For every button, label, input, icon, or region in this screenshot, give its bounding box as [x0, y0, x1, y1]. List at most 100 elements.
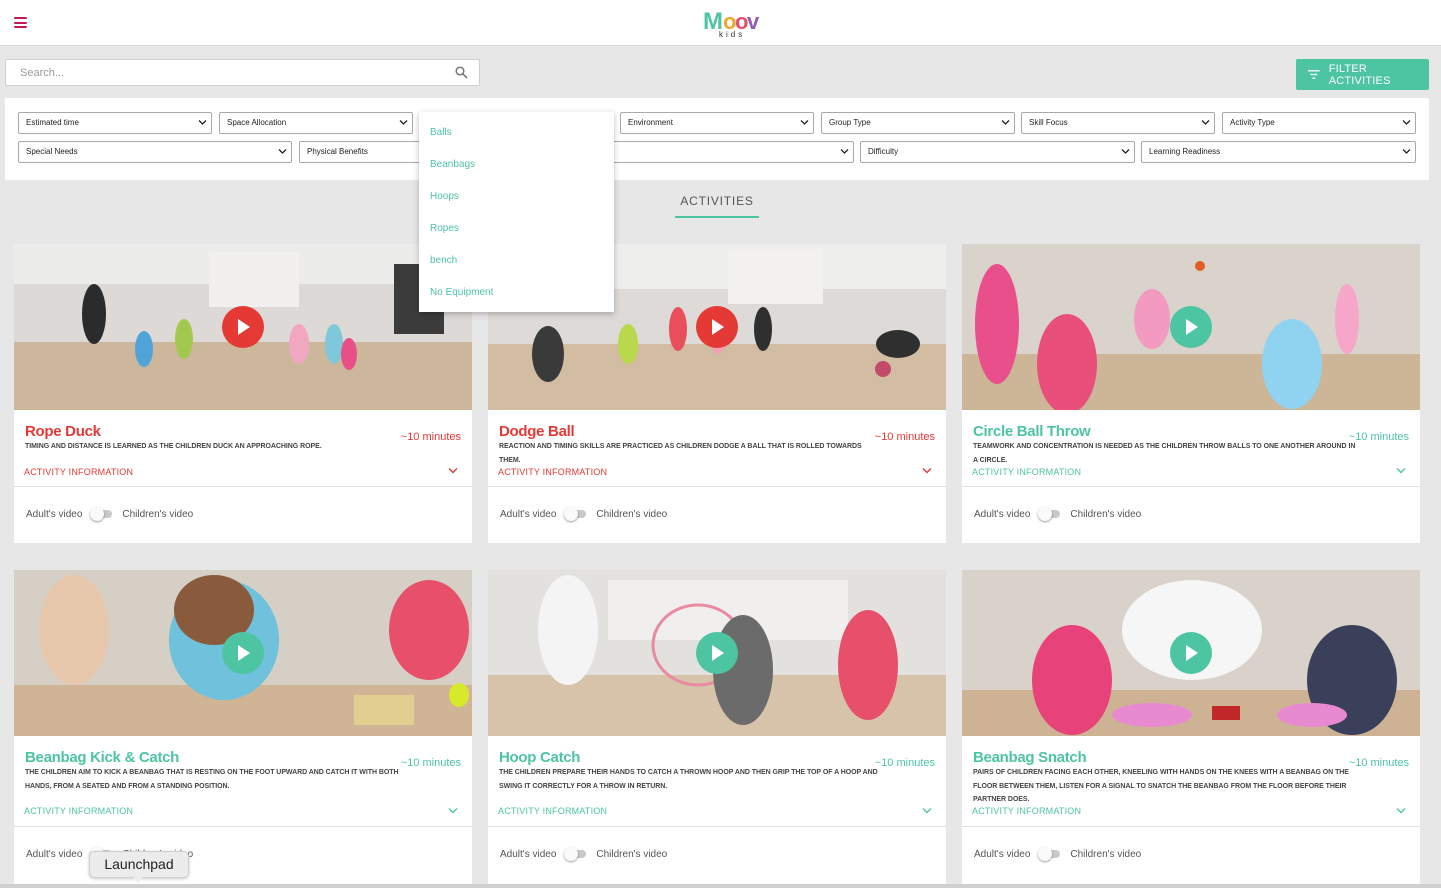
- activity-information-link[interactable]: ACTIVITY INFORMATION: [498, 806, 607, 816]
- card-description: The children prepare their hands to catc…: [499, 769, 878, 790]
- search-box: [5, 59, 480, 86]
- chevron-down-icon[interactable]: [448, 467, 458, 474]
- chevron-down-icon[interactable]: [1396, 807, 1406, 814]
- play-button[interactable]: [696, 306, 738, 348]
- card-description: The children aim to kick a beanbag that …: [25, 769, 399, 790]
- chevron-down-icon: [800, 120, 809, 125]
- card-title: Beanbag Kick & Catch: [25, 749, 180, 766]
- top-header: M o o v kids: [0, 0, 1441, 46]
- video-toggle-switch[interactable]: [90, 507, 113, 521]
- play-button[interactable]: [1170, 632, 1212, 674]
- video-toggle-switch[interactable]: [564, 847, 587, 861]
- select-label: Skill Focus: [1029, 118, 1068, 127]
- divider: [488, 486, 946, 487]
- dock-edge: [0, 884, 1441, 888]
- filter-icon: [1308, 70, 1320, 79]
- activity-card: Circle Ball Throw ~10 minutes Teamwork a…: [962, 244, 1420, 543]
- group-type-select[interactable]: Group Type: [821, 112, 1015, 134]
- dropdown-option-bench[interactable]: bench: [419, 240, 614, 272]
- card-title: Hoop Catch: [499, 749, 581, 766]
- activity-information-link[interactable]: ACTIVITY INFORMATION: [498, 467, 607, 477]
- children-video-label: Children's video: [596, 848, 668, 860]
- activity-information-link[interactable]: ACTIVITY INFORMATION: [24, 806, 133, 816]
- activity-thumbnail[interactable]: [962, 244, 1420, 410]
- special-needs-select[interactable]: Special Needs: [18, 141, 292, 163]
- hidden-select[interactable]: [580, 141, 854, 163]
- video-toggle-row: Adult's video Children's video: [26, 507, 194, 521]
- chevron-down-icon: [1121, 149, 1130, 154]
- select-label: Learning Readiness: [1149, 147, 1221, 156]
- difficulty-select[interactable]: Difficulty: [860, 141, 1135, 163]
- equipment-dropdown-menu: Balls Beanbags Hoops Ropes bench No Equi…: [419, 112, 614, 312]
- select-label: Group Type: [829, 118, 871, 127]
- chevron-down-icon[interactable]: [922, 467, 932, 474]
- section-underline: [675, 216, 759, 218]
- dropdown-option-no-equipment[interactable]: No Equipment: [419, 272, 614, 304]
- activity-thumbnail[interactable]: [488, 570, 946, 736]
- card-description: Teamwork and concentration is needed as …: [973, 443, 1356, 464]
- search-icon[interactable]: [455, 66, 468, 79]
- dropdown-option-beanbags[interactable]: Beanbags: [419, 144, 614, 176]
- space-allocation-select[interactable]: Space Allocation: [219, 112, 413, 134]
- children-video-label: Children's video: [122, 508, 194, 520]
- learning-readiness-select[interactable]: Learning Readiness: [1141, 141, 1416, 163]
- activity-thumbnail[interactable]: [962, 570, 1420, 736]
- activity-information-link[interactable]: ACTIVITY INFORMATION: [972, 467, 1081, 477]
- select-label: Space Allocation: [227, 118, 287, 127]
- chevron-down-icon[interactable]: [1396, 467, 1406, 474]
- play-icon: [238, 319, 250, 335]
- dropdown-option-balls[interactable]: Balls: [419, 112, 614, 144]
- environment-select[interactable]: Environment: [620, 112, 814, 134]
- activity-information-link[interactable]: ACTIVITY INFORMATION: [24, 467, 133, 477]
- card-title: Rope Duck: [25, 423, 101, 440]
- chevron-down-icon: [399, 120, 408, 125]
- filters-panel: [5, 98, 1429, 180]
- dropdown-option-ropes[interactable]: Ropes: [419, 208, 614, 240]
- divider: [14, 486, 472, 487]
- play-button[interactable]: [222, 632, 264, 674]
- skill-focus-select[interactable]: Skill Focus: [1021, 112, 1215, 134]
- children-video-label: Children's video: [1070, 508, 1142, 520]
- adult-video-label: Adult's video: [500, 508, 557, 520]
- card-title: Dodge Ball: [499, 423, 575, 440]
- estimated-time-select[interactable]: Estimated time: [18, 112, 212, 134]
- moov-kids-logo[interactable]: M o o v kids: [702, 6, 764, 38]
- select-label: Estimated time: [26, 118, 79, 127]
- play-button[interactable]: [696, 632, 738, 674]
- play-button[interactable]: [222, 306, 264, 348]
- chevron-down-icon: [1402, 149, 1411, 154]
- adult-video-label: Adult's video: [500, 848, 557, 860]
- divider: [962, 486, 1420, 487]
- search-input[interactable]: [6, 60, 446, 85]
- activity-card: Hoop Catch ~10 minutes The children prep…: [488, 570, 946, 888]
- chevron-down-icon[interactable]: [448, 807, 458, 814]
- card-description: Timing and distance is learned as the ch…: [25, 443, 322, 450]
- play-button[interactable]: [1170, 306, 1212, 348]
- hamburger-menu-icon[interactable]: [14, 17, 27, 28]
- play-icon: [238, 645, 250, 661]
- svg-text:kids: kids: [719, 30, 745, 38]
- video-toggle-switch[interactable]: [1038, 507, 1061, 521]
- activity-thumbnail[interactable]: [14, 570, 472, 736]
- video-toggle-row: Adult's video Children's video: [500, 507, 667, 521]
- activity-type-select[interactable]: Activity Type: [1222, 112, 1416, 134]
- activity-information-link[interactable]: ACTIVITY INFORMATION: [972, 806, 1081, 816]
- select-label: Physical Benefits: [307, 147, 368, 156]
- section-title: ACTIVITIES: [680, 194, 754, 208]
- activity-card: Beanbag Snatch ~10 minutes Pairs of chil…: [962, 570, 1420, 888]
- video-toggle-switch[interactable]: [564, 507, 587, 521]
- activity-thumbnail[interactable]: [14, 244, 472, 410]
- dropdown-option-hoops[interactable]: Hoops: [419, 176, 614, 208]
- chevron-down-icon[interactable]: [922, 807, 932, 814]
- video-toggle-row: Adult's video Children's video: [974, 847, 1141, 861]
- activity-card: Beanbag Kick & Catch ~10 minutes The chi…: [14, 570, 472, 888]
- video-toggle-switch[interactable]: [1038, 847, 1061, 861]
- select-label: Activity Type: [1230, 118, 1275, 127]
- tooltip-arrow: [133, 877, 143, 883]
- card-description: Pairs of children facing each other, kne…: [973, 769, 1349, 803]
- filter-activities-button[interactable]: FILTER ACTIVITIES: [1296, 59, 1429, 90]
- divider: [962, 826, 1420, 827]
- divider: [14, 826, 472, 827]
- play-icon: [1186, 645, 1198, 661]
- chevron-down-icon: [840, 149, 849, 154]
